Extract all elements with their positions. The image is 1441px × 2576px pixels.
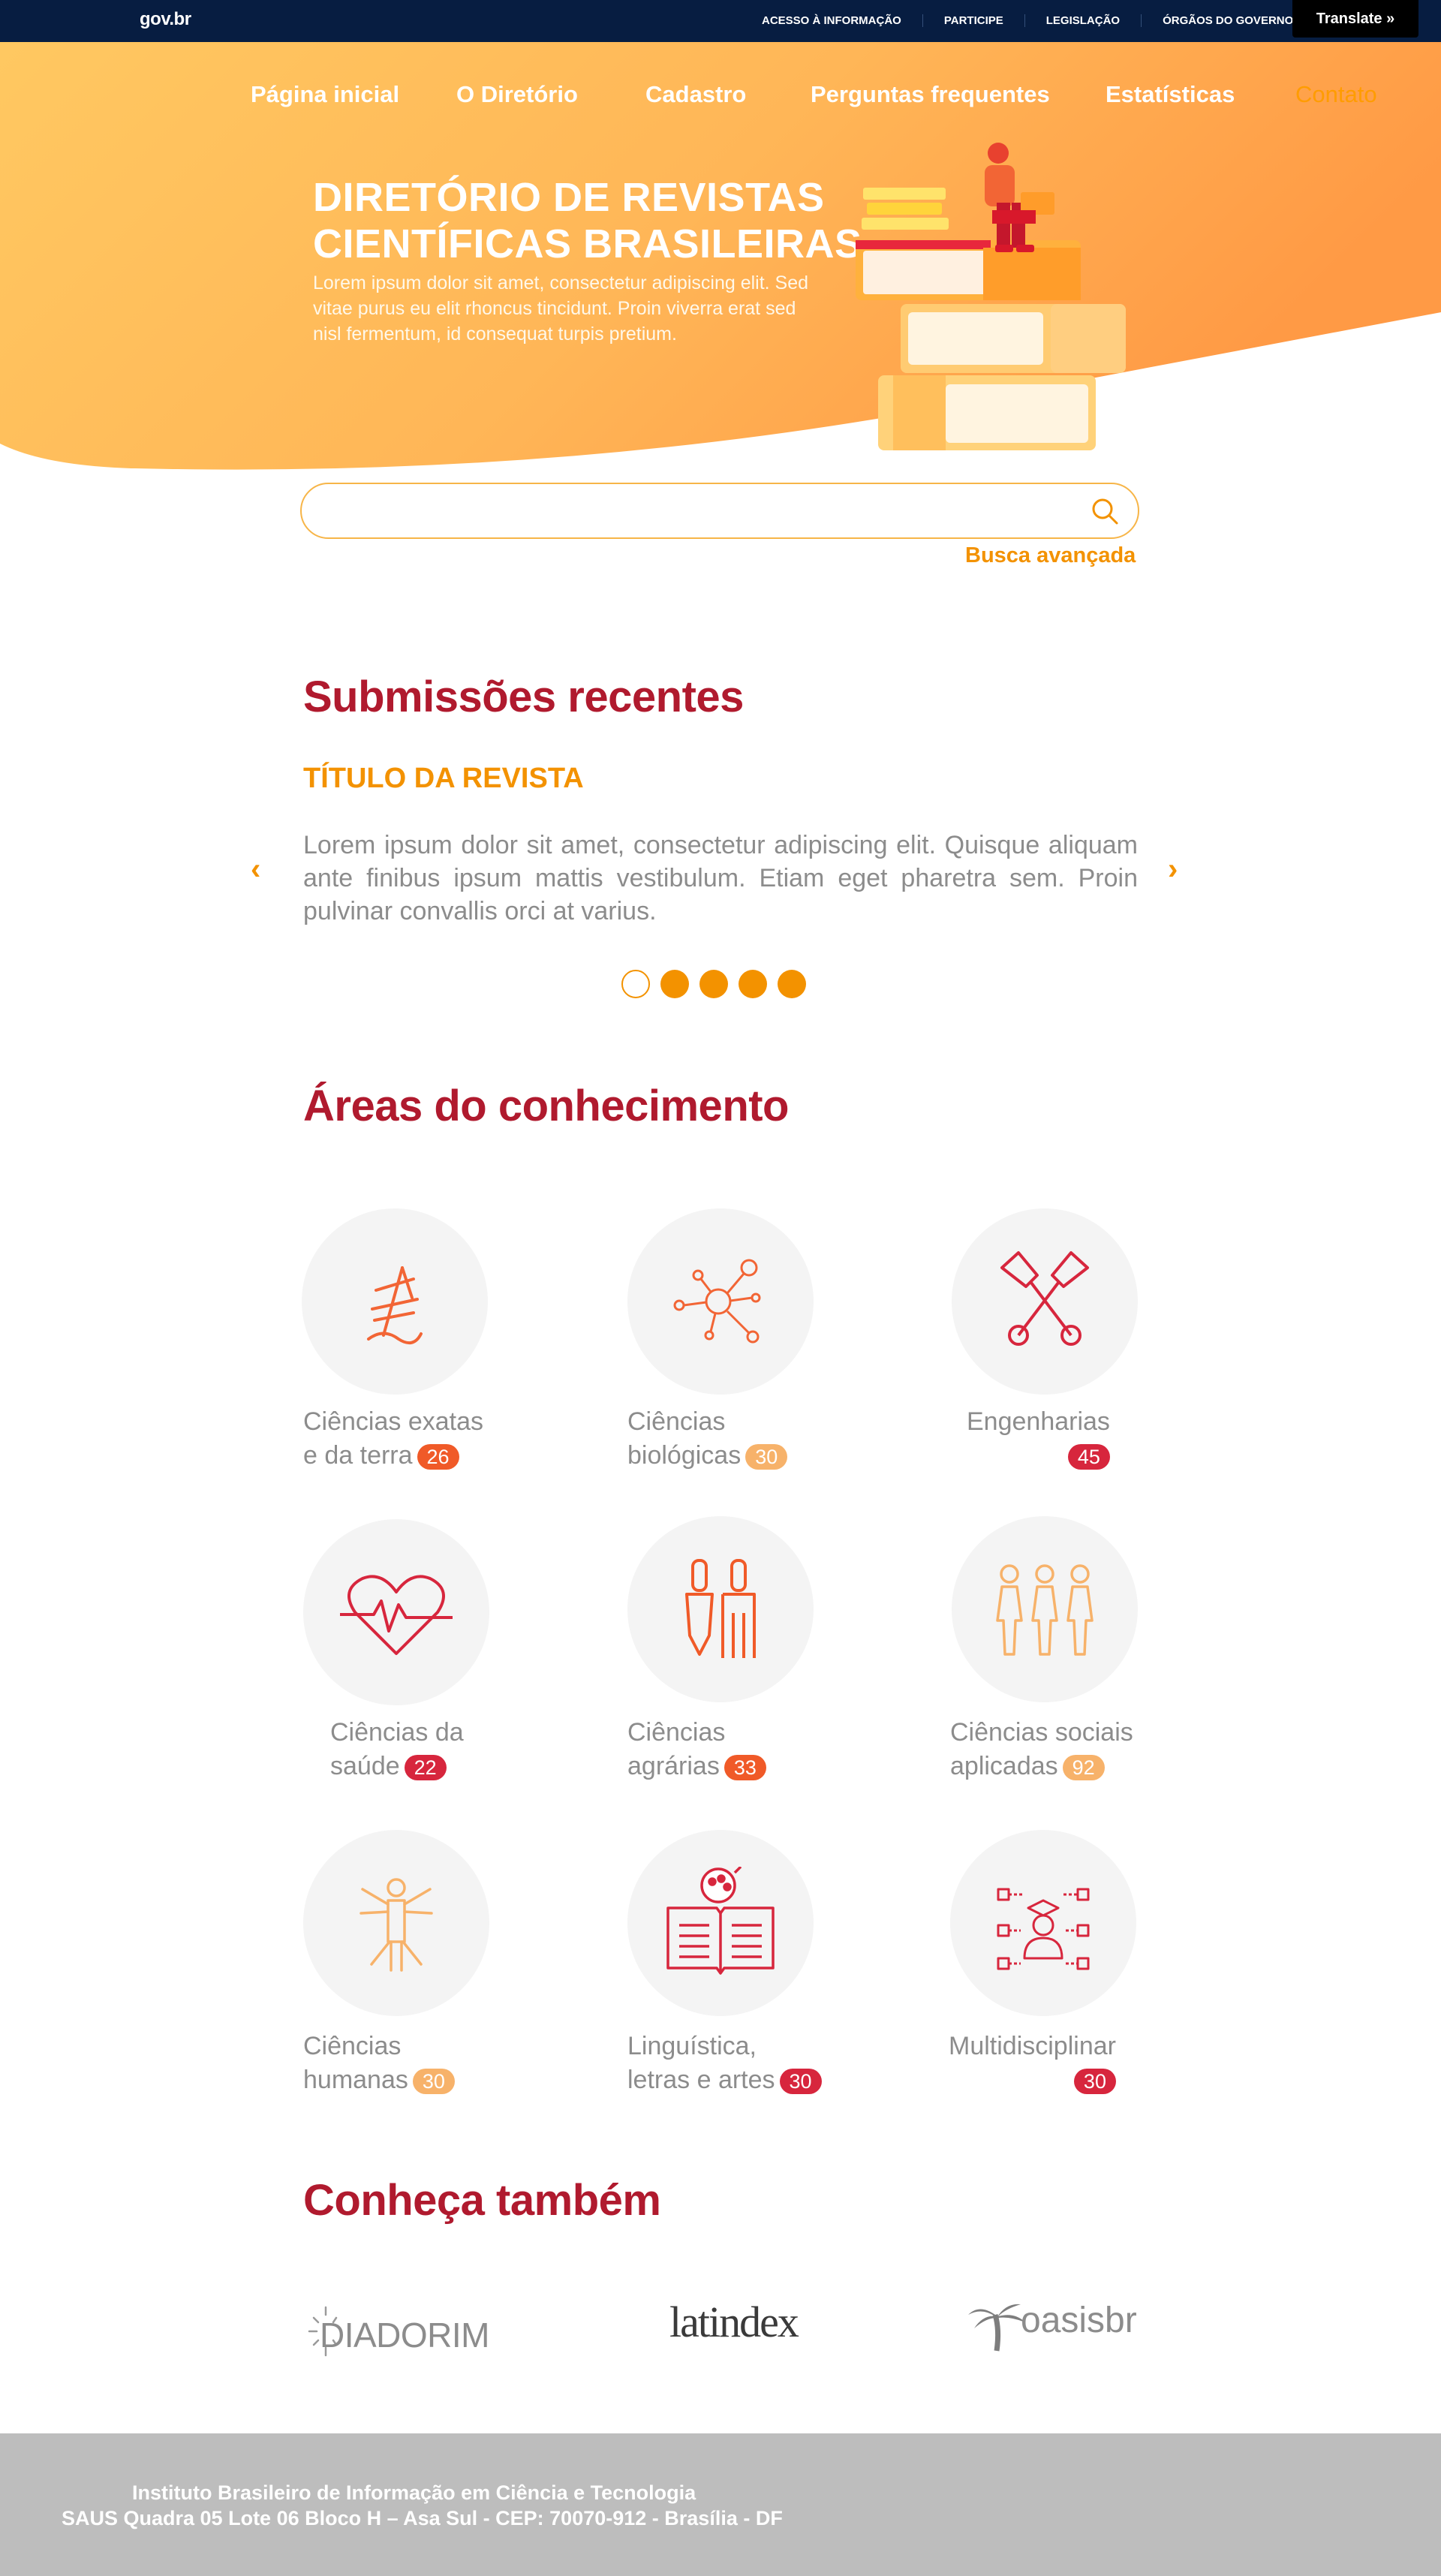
translate-button[interactable]: Translate »: [1292, 0, 1418, 38]
advanced-search-link[interactable]: Busca avançada: [965, 543, 1136, 568]
area-name-line1: Ciências sociais: [950, 1718, 1133, 1747]
area-name-line2: agrárias: [627, 1752, 720, 1780]
people-icon: [996, 1564, 1094, 1656]
nav-contact[interactable]: Contato: [1295, 81, 1377, 108]
carousel-dot[interactable]: [699, 970, 728, 998]
oasisbr-logo-text: oasisbr: [1021, 2301, 1137, 2340]
see-also-heading: Conheça também: [303, 2176, 661, 2225]
gov-link-participate[interactable]: PARTICIPE: [922, 14, 1024, 27]
area-icon-circle[interactable]: [302, 1208, 488, 1395]
count-badge: 33: [724, 1755, 766, 1781]
graduate-network-icon: [997, 1888, 1090, 1970]
diadorim-logo[interactable]: DIADORIM: [303, 2301, 490, 2365]
diadorim-logo-text: DIADORIM: [320, 2316, 490, 2355]
area-name-line1: Engenharias: [967, 1407, 1110, 1436]
gardening-tools-icon: [685, 1559, 756, 1658]
hero-title: DIRETÓRIO DE REVISTAS CIENTÍFICAS BRASIL…: [313, 174, 883, 267]
palm-tree-icon: [968, 2304, 1025, 2352]
area-label: Ciências exatas e da terra 26: [303, 1405, 483, 1473]
carousel-dot[interactable]: [660, 970, 689, 998]
area-name-line1: Ciências: [627, 1718, 726, 1747]
hero-title-line2: CIENTÍFICAS BRASILEIRAS: [313, 221, 862, 266]
carousel-next-button[interactable]: ›: [1168, 853, 1178, 886]
gov-logo[interactable]: gov.br: [140, 9, 191, 30]
count-badge: 26: [417, 1444, 459, 1470]
oasisbr-logo[interactable]: oasisbr: [968, 2292, 1137, 2356]
nav-faq[interactable]: Perguntas frequentes: [811, 81, 1050, 108]
gov-link-legislation[interactable]: LEGISLAÇÃO: [1024, 14, 1141, 27]
engineering-tools-icon: [1000, 1251, 1089, 1346]
area-icon-circle[interactable]: [303, 1519, 489, 1705]
search-input[interactable]: [300, 483, 1139, 539]
journal-description: Lorem ipsum dolor sit amet, consectetur …: [303, 831, 1138, 925]
exact-sciences-icon: [367, 1266, 423, 1345]
gov-link-agencies[interactable]: ÓRGÃOS DO GOVERNO: [1141, 14, 1314, 27]
latindex-logo-text: latindex: [669, 2298, 799, 2346]
area-label: Engenharias 45: [967, 1405, 1110, 1473]
heartbeat-icon: [340, 1575, 453, 1655]
carousel-dot[interactable]: [621, 970, 650, 998]
count-badge: 22: [404, 1755, 447, 1781]
area-name-line1: Ciências da: [330, 1718, 464, 1747]
recent-submissions-heading: Submissões recentes: [303, 673, 744, 721]
carousel-dot[interactable]: [778, 970, 806, 998]
hero: Página inicial O Diretório Cadastro Perg…: [0, 42, 1441, 492]
footer-address: SAUS Quadra 05 Lote 06 Bloco H – Asa Sul…: [62, 2507, 783, 2529]
gov-bar: gov.br ACESSO À INFORMAÇÃO PARTICIPE LEG…: [0, 0, 1441, 42]
area-name-line2: saúde: [330, 1752, 400, 1780]
area-name-line1: Linguística,: [627, 2032, 757, 2060]
search-icon[interactable]: [1090, 496, 1120, 526]
count-badge: 30: [745, 1444, 788, 1470]
count-badge: 92: [1062, 1755, 1105, 1781]
book-palette-icon: [666, 1867, 775, 1975]
area-icon-circle[interactable]: [952, 1208, 1138, 1395]
count-badge: 30: [1073, 2069, 1116, 2095]
area-label: Ciências humanas 30: [303, 2030, 455, 2097]
latindex-logo[interactable]: latindex: [669, 2297, 799, 2347]
nav-register[interactable]: Cadastro: [645, 81, 746, 108]
count-badge: 45: [1067, 1444, 1110, 1470]
nav-statistics[interactable]: Estatísticas: [1106, 81, 1235, 108]
footer: Instituto Brasileiro de Informação em Ci…: [0, 2433, 1441, 2576]
knowledge-areas-heading: Áreas do conhecimento: [303, 1082, 789, 1130]
area-label: Multidisciplinar 30: [949, 2030, 1116, 2097]
area-label: Ciências agrárias 33: [627, 1716, 766, 1783]
area-icon-circle[interactable]: [627, 1208, 814, 1395]
vitruvian-man-icon: [359, 1878, 433, 1972]
area-icon-circle[interactable]: [303, 1830, 489, 2016]
area-icon-circle[interactable]: [952, 1516, 1138, 1702]
area-name-line2: biológicas: [627, 1441, 742, 1470]
nav-home[interactable]: Página inicial: [251, 81, 399, 108]
carousel-prev-button[interactable]: ‹: [251, 853, 260, 886]
area-name-line1: Ciências exatas: [303, 1407, 484, 1436]
area-name-line2: aplicadas: [950, 1752, 1058, 1780]
area-icon-circle[interactable]: [627, 1516, 814, 1702]
footer-institution: Instituto Brasileiro de Informação em Ci…: [132, 2481, 696, 2504]
area-label: Ciências sociais aplicadas 92: [950, 1716, 1133, 1783]
main-nav: Página inicial O Diretório Cadastro Perg…: [0, 81, 1441, 111]
hero-description: Lorem ipsum dolor sit amet, consectetur …: [313, 272, 809, 345]
carousel-dot[interactable]: [739, 970, 767, 998]
area-name-line1: Ciências: [303, 2032, 402, 2060]
gov-link-access[interactable]: ACESSO À INFORMAÇÃO: [762, 14, 922, 27]
area-icon-circle[interactable]: [627, 1830, 814, 2016]
area-name-line1: Multidisciplinar: [949, 2032, 1116, 2060]
gov-links: ACESSO À INFORMAÇÃO PARTICIPE LEGISLAÇÃO…: [762, 14, 1314, 27]
hero-title-line1: DIRETÓRIO DE REVISTAS: [313, 175, 825, 220]
area-name-line2: humanas: [303, 2066, 408, 2094]
area-label: Linguística, letras e artes 30: [627, 2030, 822, 2097]
nav-directory[interactable]: O Diretório: [456, 81, 578, 108]
count-badge: 30: [412, 2069, 455, 2095]
books-reader-illustration: [856, 143, 1126, 450]
count-badge: 30: [779, 2069, 822, 2095]
area-icon-circle[interactable]: [950, 1830, 1136, 2016]
area-name-line2: e da terra: [303, 1441, 413, 1470]
area-name-line2: letras e artes: [627, 2066, 775, 2094]
area-label: Ciências biológicas 30: [627, 1405, 788, 1473]
journal-title[interactable]: TÍTULO DA REVISTA: [303, 763, 584, 795]
area-name-line1: Ciências: [627, 1407, 726, 1436]
carousel-pagination: [621, 970, 806, 998]
molecule-icon: [673, 1259, 761, 1344]
area-label: Ciências da saúde 22: [330, 1716, 464, 1783]
